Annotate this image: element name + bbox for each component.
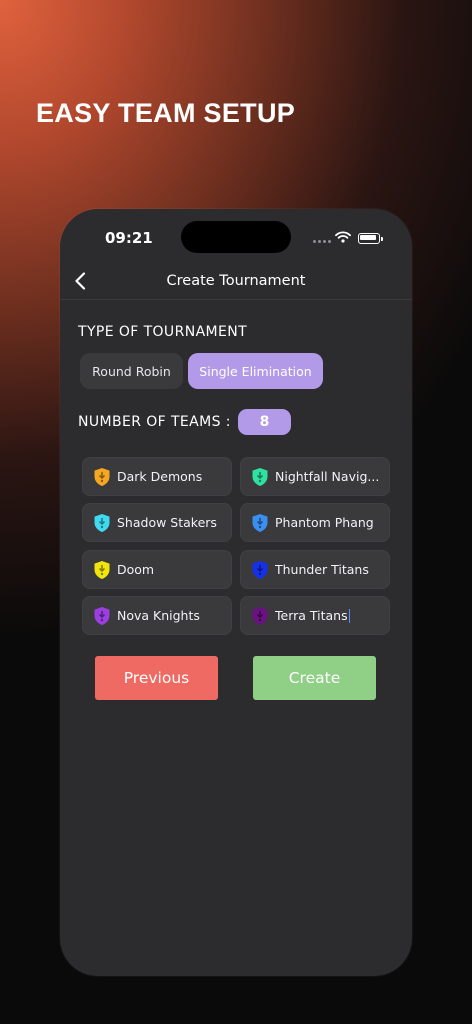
shield-icon [252, 606, 268, 625]
team-field-1[interactable]: Dark Demons [82, 457, 232, 496]
nav-bar: Create Tournament [60, 265, 412, 300]
create-button[interactable]: Create [253, 656, 376, 700]
team-name: Dark Demons [117, 469, 203, 484]
shield-icon [94, 560, 110, 579]
team-name: Doom [117, 562, 155, 577]
team-field-8[interactable]: Terra Titans [240, 596, 390, 635]
team-name: Thunder Titans [275, 562, 369, 577]
shield-icon [94, 606, 110, 625]
headline: EASY TEAM SETUP [36, 98, 296, 128]
team-name: Nightfall Navig... [275, 469, 380, 484]
team-field-4[interactable]: Phantom Phang [240, 503, 390, 542]
shield-icon [252, 467, 268, 486]
battery-icon [358, 233, 383, 244]
option-round-robin[interactable]: Round Robin [80, 353, 183, 389]
text-cursor [348, 608, 351, 623]
team-name: Terra Titans [275, 608, 348, 623]
wifi-icon [335, 231, 351, 243]
page-title: Create Tournament [166, 273, 306, 289]
team-field-7[interactable]: Nova Knights [82, 596, 232, 635]
shield-icon [252, 560, 268, 579]
status-time: 09:21 [105, 229, 153, 247]
team-field-5[interactable]: Doom [82, 550, 232, 589]
dynamic-island [181, 221, 291, 253]
teams-count-label: NUMBER OF TEAMS : [78, 414, 231, 430]
shield-icon [252, 513, 268, 532]
team-name: Shadow Stakers [117, 515, 217, 530]
tournament-type-label: TYPE OF TOURNAMENT [78, 324, 248, 340]
shield-icon [94, 467, 110, 486]
team-name: Nova Knights [117, 608, 200, 623]
signal-icon [313, 240, 331, 243]
team-field-2[interactable]: Nightfall Navig... [240, 457, 390, 496]
team-field-6[interactable]: Thunder Titans [240, 550, 390, 589]
phone-screen: 09:21 Create Tournament TYPE OF TOURNAME… [60, 209, 412, 976]
option-single-elimination[interactable]: Single Elimination [188, 353, 323, 389]
team-field-3[interactable]: Shadow Stakers [82, 503, 232, 542]
shield-icon [94, 513, 110, 532]
teams-count-selector[interactable]: 8 [238, 409, 291, 435]
previous-button[interactable]: Previous [95, 656, 218, 700]
team-name: Phantom Phang [275, 515, 374, 530]
